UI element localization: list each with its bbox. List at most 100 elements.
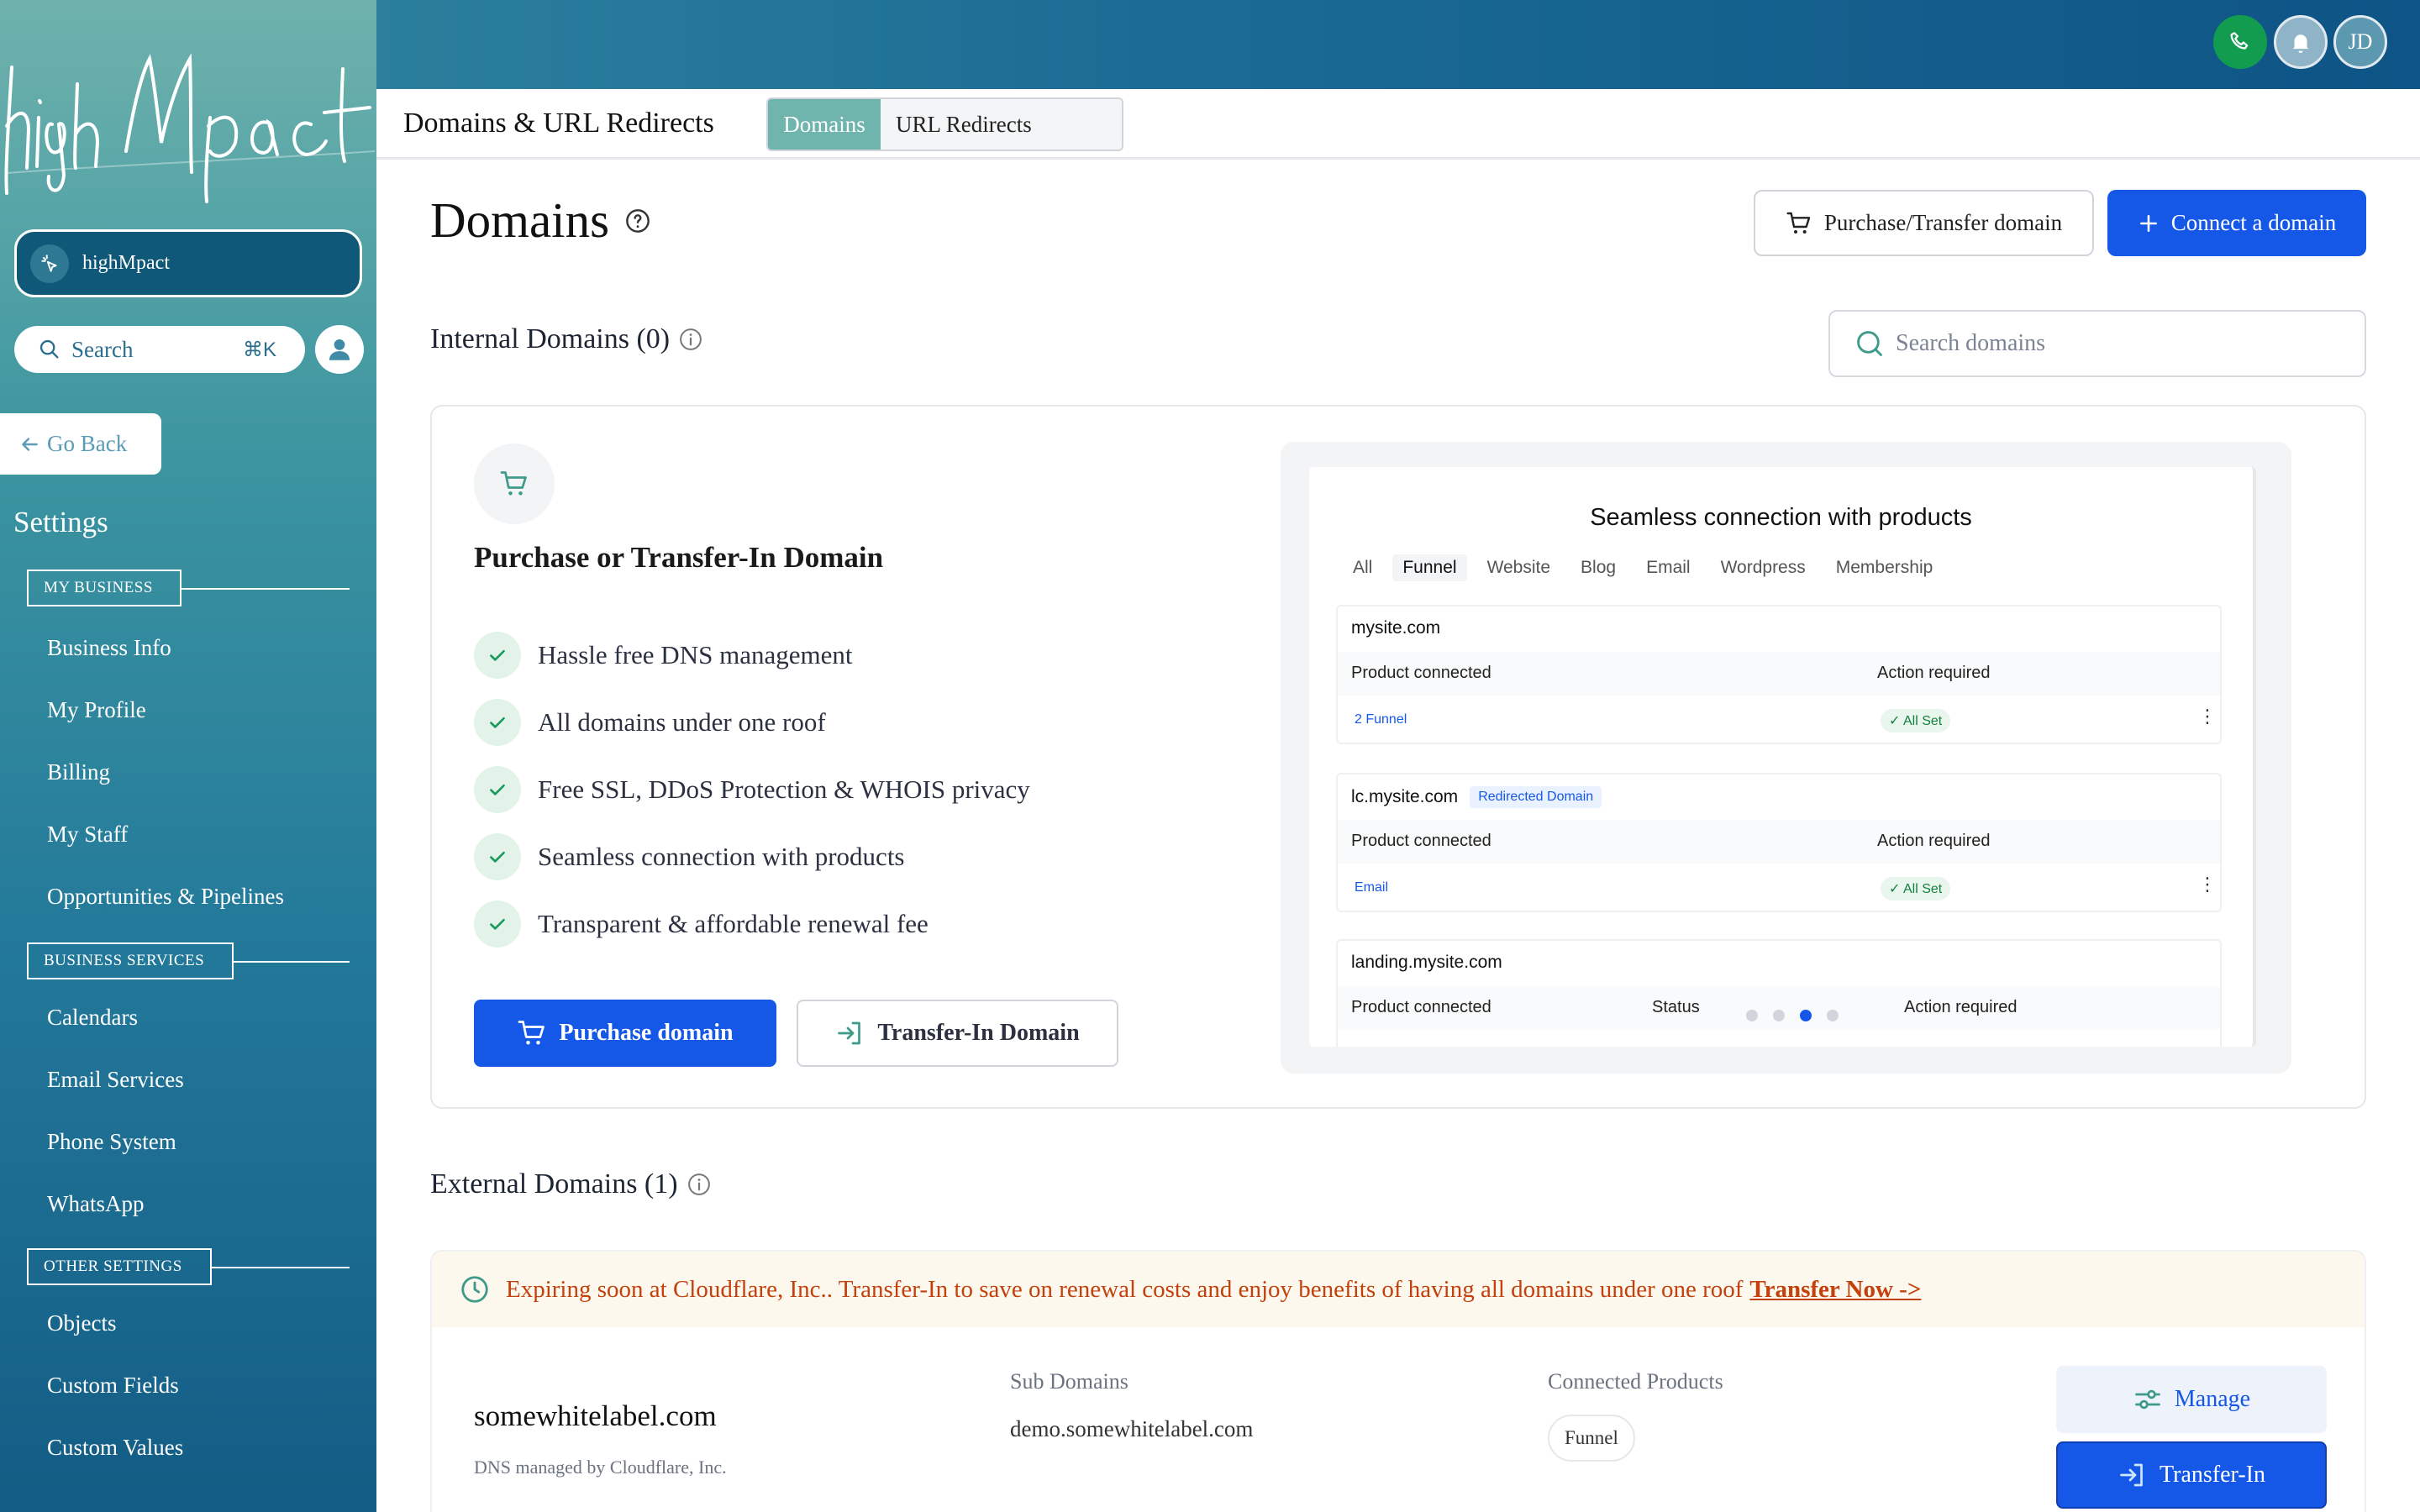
carousel-dot[interactable] — [1746, 1010, 1758, 1021]
col-product-connected: Product connected — [1351, 664, 1491, 682]
location-name: highMpact — [82, 252, 170, 274]
internal-domains-title: Internal Domains (0) — [430, 323, 671, 354]
sidebar-item-my-staff[interactable]: My Staff — [47, 822, 128, 848]
preview-tab-blog[interactable]: Blog — [1570, 554, 1626, 581]
external-domain-card: Expiring soon at Cloudflare, Inc.. Trans… — [430, 1250, 2366, 1512]
sidebar-item-custom-fields[interactable]: Custom Fields — [47, 1373, 179, 1399]
sidebar-item-phone-system[interactable]: Phone System — [47, 1129, 176, 1155]
sidebar-item-my-profile[interactable]: My Profile — [47, 697, 146, 723]
section-divider — [182, 588, 350, 590]
transfer-in-domain-label: Transfer-In Domain — [877, 1020, 1080, 1046]
tab-domains[interactable]: Domains — [768, 99, 881, 150]
highmpact-logo — [4, 53, 376, 203]
section-my-business: MY BUSINESS — [27, 570, 182, 606]
preview-tab-membership[interactable]: Membership — [1826, 554, 1944, 581]
connected-product-chip: Funnel — [1548, 1415, 1635, 1462]
user-profile-button[interactable] — [315, 325, 364, 374]
preview-tab-email[interactable]: Email — [1636, 554, 1701, 581]
preview-tab-all[interactable]: All — [1343, 554, 1382, 581]
search-label: Search — [71, 336, 134, 362]
preview-domain-text: mysite.com — [1351, 618, 1441, 638]
search-icon — [1854, 328, 1896, 360]
feature-text: All domains under one roof — [538, 707, 826, 737]
preview-domain-text: lc.mysite.com — [1351, 787, 1459, 806]
preview-tab-website[interactable]: Website — [1477, 554, 1560, 581]
sidebar-item-objects[interactable]: Objects — [47, 1310, 116, 1336]
page-title: Domains — [430, 192, 651, 249]
preview-header-row: Product connected Action required — [1338, 820, 2220, 864]
check-icon — [474, 766, 521, 813]
sidebar-item-calendars[interactable]: Calendars — [47, 1005, 138, 1031]
feature-item: Hassle free DNS management — [474, 632, 852, 679]
info-icon[interactable] — [678, 1172, 712, 1197]
manage-button[interactable]: Manage — [2056, 1366, 2327, 1433]
preview-domain-block: mysite.com Product connected Action requ… — [1336, 605, 2222, 744]
arrow-left-icon — [18, 433, 40, 455]
external-domains-title: External Domains (1) — [430, 1168, 678, 1200]
sub-header: Domains & URL Redirects Domains URL Redi… — [376, 89, 2420, 160]
preview-tab-funnel[interactable]: Funnel — [1392, 554, 1467, 581]
sidebar: highMpact Search ⌘K Go Back Settings MY … — [0, 0, 376, 1512]
manage-label: Manage — [2174, 1386, 2251, 1412]
go-back-label: Go Back — [47, 431, 128, 456]
status-text: All Set — [1902, 882, 1943, 896]
sidebar-item-email-services[interactable]: Email Services — [47, 1067, 184, 1093]
notifications-button[interactable] — [2274, 15, 2328, 69]
purchase-transfer-domain-button[interactable]: Purchase/Transfer domain — [1754, 190, 2094, 256]
col-action-required: Action required — [1877, 832, 1991, 850]
sub-domain-value: demo.somewhitelabel.com — [1010, 1416, 1254, 1441]
carousel-dot[interactable] — [1773, 1010, 1785, 1021]
section-divider — [212, 1267, 350, 1268]
settings-title: Settings — [13, 506, 108, 538]
phone-button[interactable] — [2213, 15, 2267, 69]
connect-label: Connect a domain — [2170, 210, 2337, 235]
connect-domain-button[interactable]: Connect a domain — [2107, 190, 2366, 256]
help-circle-icon[interactable] — [624, 207, 651, 234]
transfer-in-label: Transfer-In — [2160, 1462, 2265, 1488]
transfer-now-link[interactable]: Transfer Now -> — [1749, 1276, 1921, 1304]
sidebar-item-billing[interactable]: Billing — [47, 759, 110, 785]
sidebar-item-custom-values[interactable]: Custom Values — [47, 1435, 183, 1461]
login-arrow-icon — [2118, 1460, 2160, 1490]
info-icon[interactable] — [670, 327, 703, 352]
preview-data-row: Email ✓ All Set ⋮ — [1338, 864, 2220, 912]
section-other-settings: OTHER SETTINGS — [27, 1248, 212, 1285]
tab-bar: Domains URL Redirects — [766, 97, 1123, 151]
preview-product-link[interactable]: 2 Funnel — [1355, 712, 1407, 727]
col-action-required: Action required — [1904, 998, 2018, 1016]
sidebar-search[interactable]: Search ⌘K — [14, 326, 305, 373]
go-back-button[interactable]: Go Back — [0, 413, 161, 475]
carousel-dot-active[interactable] — [1800, 1010, 1812, 1021]
feature-text: Seamless connection with products — [538, 842, 905, 871]
phone-icon — [2228, 29, 2253, 55]
purchase-domain-button[interactable]: Purchase domain — [474, 1000, 776, 1067]
transfer-in-button[interactable]: Transfer-In — [2056, 1441, 2327, 1509]
sidebar-item-business-info[interactable]: Business Info — [47, 635, 171, 661]
location-switcher[interactable]: highMpact — [14, 229, 362, 297]
preview-product-link[interactable]: Email — [1355, 880, 1388, 895]
clock-icon — [459, 1273, 506, 1305]
more-vertical-icon[interactable]: ⋮ — [2198, 875, 2217, 894]
purchase-domain-label: Purchase domain — [559, 1020, 734, 1046]
more-vertical-icon[interactable]: ⋮ — [2198, 707, 2217, 726]
feature-text: Free SSL, DDoS Protection & WHOIS privac… — [538, 774, 1030, 804]
sidebar-item-whatsapp[interactable]: WhatsApp — [47, 1191, 144, 1217]
page-section-title: Domains & URL Redirects — [403, 108, 714, 139]
page-title-text: Domains — [430, 192, 610, 248]
preview-header-row: Product connected Status Action required — [1338, 986, 2220, 1030]
transfer-in-domain-button[interactable]: Transfer-In Domain — [797, 1000, 1118, 1067]
tab-url-redirects[interactable]: URL Redirects — [881, 99, 1047, 150]
plus-icon — [2138, 213, 2171, 234]
carousel-dots — [1746, 1010, 1854, 1021]
carousel-dot[interactable] — [1827, 1010, 1839, 1021]
search-domains-input[interactable]: Search domains — [1828, 310, 2366, 377]
preview-data-row: 2 Funnel ✓ All Set ⋮ — [1338, 696, 2220, 744]
internal-domains-heading: Internal Domains (0) — [430, 323, 703, 355]
feature-item: Free SSL, DDoS Protection & WHOIS privac… — [474, 766, 1030, 813]
cart-icon — [474, 444, 555, 524]
preview-tab-wordpress[interactable]: Wordpress — [1711, 554, 1816, 581]
preview-domain-block: landing.mysite.com Product connected Sta… — [1336, 939, 2222, 1047]
preview-domain-name: lc.mysite.com Redirected Domain — [1351, 786, 1602, 808]
sidebar-item-opportunities[interactable]: Opportunities & Pipelines — [47, 884, 284, 910]
user-avatar[interactable]: JD — [2333, 15, 2387, 69]
